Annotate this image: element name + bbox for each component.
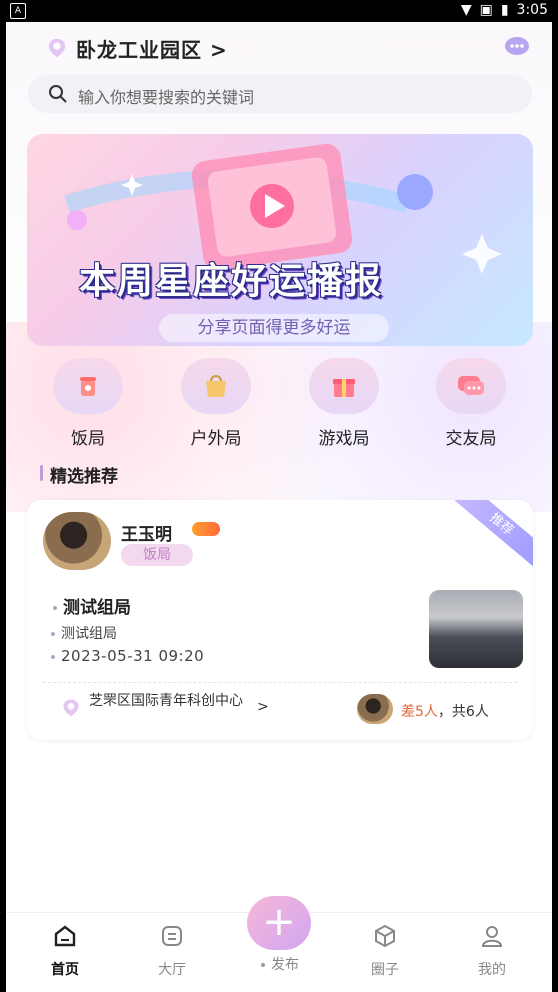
- search-input[interactable]: 输入你想要搜索的关键词: [78, 84, 254, 108]
- bag-icon: [181, 358, 251, 414]
- search-bar[interactable]: 输入你想要搜索的关键词: [28, 75, 532, 113]
- location-icon[interactable]: [46, 37, 68, 59]
- gift-icon: [309, 358, 379, 414]
- people-short: 差5人: [401, 704, 438, 720]
- wifi-icon: ▼: [460, 2, 472, 18]
- tab-label: 我的: [478, 962, 506, 978]
- category-huwaiju[interactable]: 户外局: [176, 358, 256, 449]
- event-time-text: 2023-05-31 09:20: [61, 647, 205, 665]
- participant-count: 差5人，共6人: [401, 701, 489, 721]
- chat-icon: [436, 358, 506, 414]
- user-icon: [481, 926, 503, 947]
- tab-label: 大厅: [158, 962, 186, 978]
- tab-home[interactable]: 首页: [20, 923, 110, 979]
- banner-title: 本周星座好运播报: [79, 261, 384, 302]
- category-label: 交友局: [445, 429, 497, 449]
- status-icons: ▼ ▣ ▮ 3:05: [461, 2, 548, 18]
- event-address[interactable]: 芝罘区国际青年科创中心: [89, 693, 259, 709]
- banner-subtitle: 分享页面得更多好运: [159, 314, 389, 342]
- level-badge-icon: [192, 522, 220, 536]
- app-screen: 卧龙工业园区 > 输入你想要搜索的关键词 本周星座好运播报 分享页面得更多好运: [6, 22, 552, 992]
- notification-icon: A: [10, 3, 26, 19]
- chevron-right-icon: >: [257, 699, 269, 715]
- recommend-ribbon: 推荐: [447, 500, 533, 572]
- location-pin-icon: [63, 699, 79, 717]
- status-time: 3:05: [516, 2, 548, 18]
- top-bar: 卧龙工业园区 >: [6, 22, 552, 72]
- tab-label: 圈子: [371, 962, 399, 978]
- promo-banner[interactable]: 本周星座好运播报 分享页面得更多好运: [27, 134, 533, 346]
- category-youxiju[interactable]: 游戏局: [304, 358, 384, 449]
- category-row: 饭局 户外局 游戏局 交友局: [6, 358, 552, 449]
- section-accent-bar: [40, 465, 43, 481]
- tab-hall[interactable]: 大厅: [127, 923, 217, 979]
- event-card[interactable]: 推荐 王玉明 饭局 测试组局 测试组局 2023-05-31 09:20 芝罘区…: [27, 500, 533, 740]
- cube-icon: [375, 924, 395, 948]
- event-title-text: 测试组局: [63, 598, 131, 618]
- location-selector[interactable]: 卧龙工业园区 >: [76, 34, 228, 63]
- home-icon: [54, 925, 76, 947]
- cup-icon: [53, 358, 123, 414]
- event-time: 2023-05-31 09:20: [51, 647, 204, 665]
- publish-label: 发布: [250, 954, 310, 974]
- event-desc: 测试组局: [51, 623, 117, 643]
- avatar[interactable]: [43, 512, 111, 570]
- category-jiaoyouju[interactable]: 交友局: [431, 358, 511, 449]
- tab-label: 首页: [51, 962, 79, 978]
- category-label: 游戏局: [318, 429, 370, 449]
- event-title: 测试组局: [53, 593, 131, 618]
- publish-button[interactable]: +: [247, 896, 311, 950]
- hall-icon: [162, 926, 182, 946]
- publish-label-text: 发布: [271, 957, 299, 973]
- bullet-dot: [261, 963, 265, 967]
- tab-profile[interactable]: 我的: [447, 923, 537, 979]
- user-name[interactable]: 王玉明: [121, 520, 172, 545]
- category-label: 户外局: [190, 429, 242, 449]
- status-bar: A ▼ ▣ ▮ 3:05: [0, 0, 558, 22]
- category-label: 饭局: [71, 429, 105, 449]
- search-icon: [49, 85, 67, 103]
- message-icon[interactable]: [504, 36, 530, 58]
- people-total: ，共6人: [437, 704, 489, 720]
- signal-icon: ▣: [479, 2, 493, 18]
- category-tag: 饭局: [121, 544, 193, 566]
- bullet-dot: [51, 632, 55, 636]
- event-photo[interactable]: [429, 590, 523, 668]
- section-title: 精选推荐: [50, 467, 118, 487]
- event-desc-text: 测试组局: [61, 626, 117, 642]
- plus-icon: +: [262, 899, 296, 945]
- bullet-dot: [51, 654, 55, 659]
- battery-icon: ▮: [500, 2, 509, 18]
- divider: [43, 682, 517, 683]
- tab-circle[interactable]: 圈子: [340, 923, 430, 979]
- category-fanju[interactable]: 饭局: [48, 358, 128, 449]
- participant-avatar: [357, 694, 393, 724]
- bullet-dot: [53, 606, 57, 610]
